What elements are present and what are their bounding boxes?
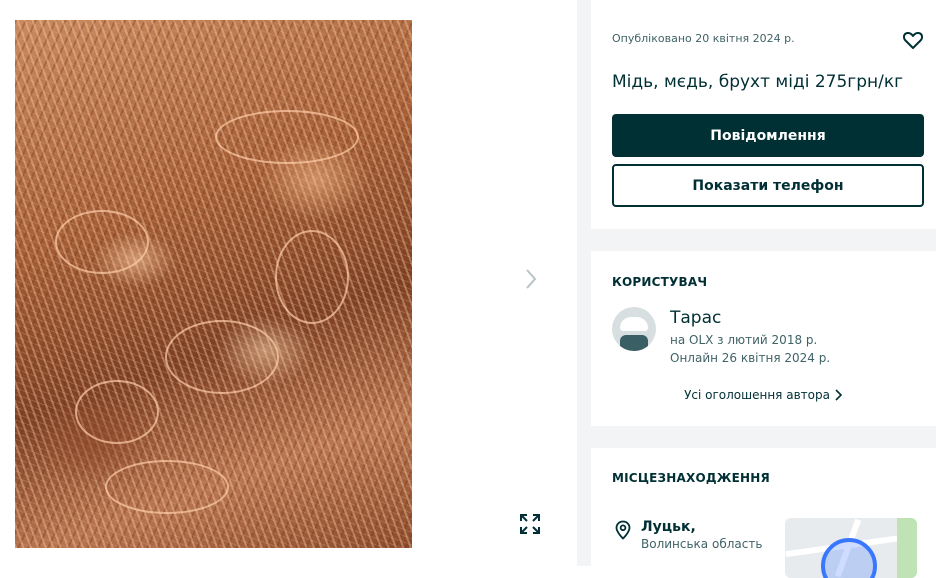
location-region: Волинська область — [641, 537, 763, 551]
all-author-ads-label: Усі оголошення автора — [684, 388, 830, 402]
all-author-ads-link[interactable]: Усі оголошення автора — [591, 388, 936, 402]
heart-icon — [902, 31, 924, 49]
published-date: Опубліковано 20 квітня 2024 р. — [612, 32, 795, 45]
ad-summary-card: Опубліковано 20 квітня 2024 р. Мідь, мєд… — [591, 0, 936, 229]
chevron-right-icon — [526, 269, 537, 289]
avatar-shape — [620, 317, 648, 331]
photo-detail — [55, 210, 149, 274]
location-card: МІСЦЕЗНАХОДЖЕННЯ Луцьк, Волинська област… — [591, 448, 936, 578]
location-heading: МІСЦЕЗНАХОДЖЕННЯ — [612, 471, 770, 485]
next-photo-button[interactable] — [516, 264, 546, 294]
message-button[interactable]: Повідомлення — [612, 114, 924, 157]
ad-title: Мідь, мєдь, брухт міді 275грн/кг — [612, 72, 904, 92]
user-since: на OLX з лютий 2018 р. — [670, 333, 818, 347]
user-last-online: Онлайн 26 квітня 2024 р. — [670, 351, 831, 365]
photo-detail — [215, 110, 359, 164]
user-name[interactable]: Тарас — [670, 308, 721, 328]
map-park — [897, 518, 917, 578]
avatar-shape — [620, 335, 648, 351]
listing-photo[interactable] — [15, 20, 412, 548]
map-pin-icon — [615, 520, 631, 540]
photo-detail — [75, 380, 159, 444]
location-city: Луцьк, — [641, 519, 696, 535]
avatar[interactable] — [612, 307, 656, 351]
photo-detail — [165, 320, 279, 394]
fullscreen-button[interactable] — [514, 508, 546, 540]
photo-detail — [275, 230, 349, 324]
chevron-right-icon — [835, 389, 843, 401]
user-card: КОРИСТУВАЧ Тарас на OLX з лютий 2018 р. … — [591, 251, 936, 426]
location-map[interactable] — [785, 518, 917, 578]
favorite-button[interactable] — [901, 28, 925, 52]
image-gallery — [0, 0, 576, 566]
sidebar: Опубліковано 20 квітня 2024 р. Мідь, мєд… — [577, 0, 936, 578]
photo-detail — [105, 460, 229, 514]
user-heading: КОРИСТУВАЧ — [612, 275, 708, 289]
show-phone-button[interactable]: Показати телефон — [612, 164, 924, 207]
expand-icon — [520, 514, 540, 534]
